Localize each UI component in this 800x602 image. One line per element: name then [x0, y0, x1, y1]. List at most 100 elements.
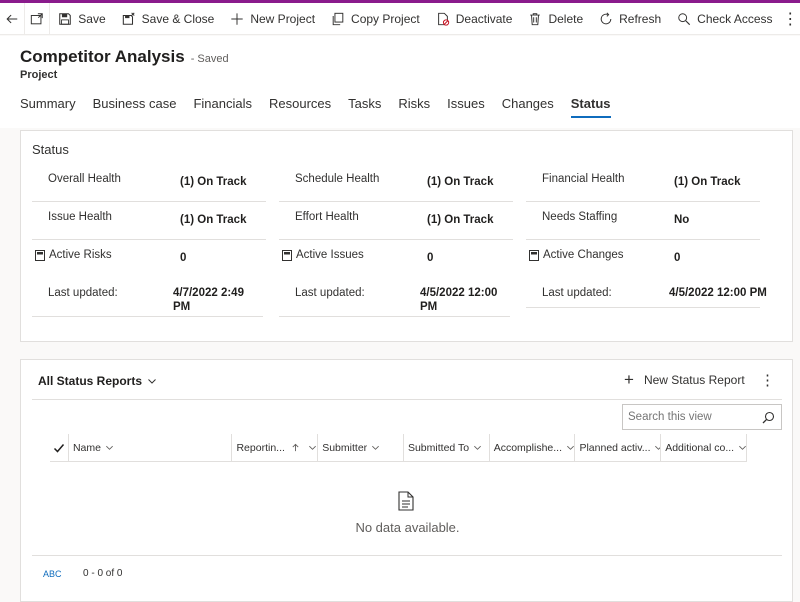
save-button-label: Save: [78, 11, 106, 26]
view-selector[interactable]: All Status Reports: [38, 374, 157, 388]
chevron-down-icon: [106, 445, 113, 450]
chevron-down-icon: [148, 379, 156, 384]
entity-type-label: Project: [20, 69, 58, 81]
column-header-name[interactable]: Name: [67, 433, 232, 462]
more-commands-button[interactable]: ⋮: [781, 3, 800, 35]
more-vertical-icon: ⋮: [782, 10, 799, 28]
plus-icon: +: [624, 370, 634, 389]
column-header-submitter[interactable]: Submitter: [317, 433, 403, 462]
open-in-new-window-button[interactable]: [25, 3, 49, 35]
title-row: Competitor Analysis - Saved: [20, 47, 229, 67]
divider: [279, 316, 510, 317]
new-status-report-label: New Status Report: [643, 373, 745, 387]
tab-status[interactable]: Status: [570, 96, 611, 120]
field-issue-health: Issue Health (1) On Track: [32, 202, 266, 240]
new-project-label: New Project: [250, 11, 316, 26]
column-header-label: Submitter: [322, 441, 368, 454]
field-label-text: Active Risks: [49, 249, 112, 261]
calculator-icon: [35, 249, 45, 261]
field-label: Issue Health: [48, 211, 112, 223]
column-header-label: Name: [72, 441, 101, 454]
deactivate-document-icon: [437, 12, 449, 26]
field-value[interactable]: (1) On Track: [674, 176, 740, 188]
back-arrow-icon: [6, 14, 18, 23]
more-commands-button[interactable]: ⋮: [760, 371, 775, 389]
record-header: Competitor Analysis - Saved Project Summ…: [0, 36, 800, 128]
new-project-button[interactable]: New Project: [222, 3, 323, 35]
status-section: Status Overall Health (1) On Track Issue…: [20, 130, 793, 342]
save-and-close-button[interactable]: Save & Close: [114, 3, 223, 35]
field-label-text: Active Issues: [296, 249, 364, 261]
field-last-updated: Last updated: 4/5/2022 12:00 PM: [526, 278, 767, 308]
grid-header: Name Reportin... Submitter Submitted To …: [50, 433, 747, 462]
copy-project-button[interactable]: Copy Project: [323, 3, 428, 35]
column-header-planned-activities[interactable]: Planned activ...: [574, 433, 661, 462]
column-header-reporting-date[interactable]: Reportin...: [231, 433, 317, 462]
field-label: Active Risks: [35, 249, 112, 261]
divider: [32, 399, 782, 400]
field-schedule-health: Schedule Health (1) On Track: [279, 164, 513, 202]
delete-button[interactable]: Delete: [520, 3, 591, 35]
tab-business-case[interactable]: Business case: [93, 96, 177, 120]
field-label: Last updated:: [48, 287, 118, 299]
save-button[interactable]: Save: [50, 3, 113, 35]
field-overall-health: Overall Health (1) On Track: [32, 164, 266, 202]
field-value[interactable]: No: [674, 214, 689, 226]
field-last-updated: Last updated: 4/5/2022 12:00 PM: [279, 278, 513, 316]
field-label: Last updated:: [295, 287, 365, 299]
field-label: Effort Health: [295, 211, 359, 223]
copy-icon: [332, 12, 344, 25]
chevron-down-icon: [308, 445, 316, 450]
save-icon: [59, 12, 72, 25]
command-bar: Save Save & Close New Project Copy Proje…: [0, 2, 800, 35]
status-column-2: Schedule Health (1) On Track Effort Heal…: [279, 164, 513, 316]
form-tab-list: Summary Business case Financials Resourc…: [20, 96, 628, 120]
tab-changes[interactable]: Changes: [502, 96, 554, 120]
field-value[interactable]: (1) On Track: [427, 176, 493, 188]
field-value[interactable]: (1) On Track: [180, 176, 246, 188]
new-status-report-button[interactable]: + New Status Report: [624, 370, 745, 389]
check-access-button[interactable]: Check Access: [669, 3, 780, 35]
column-header-label: Accomplishe...: [493, 441, 562, 454]
field-active-risks: Active Risks 0: [32, 240, 266, 278]
tab-financials[interactable]: Financials: [193, 96, 252, 120]
field-last-updated: Last updated: 4/7/2022 2:49 PM: [32, 278, 266, 316]
tab-summary[interactable]: Summary: [20, 96, 76, 120]
field-effort-health: Effort Health (1) On Track: [279, 202, 513, 240]
magnifier-person-icon: [678, 12, 691, 25]
column-header-submitted-to[interactable]: Submitted To: [402, 433, 489, 462]
status-column-1: Overall Health (1) On Track Issue Health…: [32, 164, 266, 316]
search-icon[interactable]: [762, 411, 775, 424]
delete-label: Delete: [548, 11, 584, 26]
field-label-text: Active Changes: [543, 249, 624, 261]
chevron-down-icon: [372, 445, 380, 450]
back-button[interactable]: [0, 3, 24, 35]
calculator-icon: [282, 249, 292, 261]
search-box[interactable]: [622, 404, 782, 430]
field-value[interactable]: (1) On Track: [427, 214, 493, 226]
select-all-checkbox[interactable]: [50, 434, 68, 462]
field-financial-health: Financial Health (1) On Track: [526, 164, 760, 202]
alphabet-filter-toggle[interactable]: ABC: [43, 569, 62, 579]
refresh-button[interactable]: Refresh: [591, 3, 669, 35]
search-input[interactable]: [628, 411, 753, 423]
empty-document-icon: [398, 491, 414, 511]
field-active-changes: Active Changes 0: [526, 240, 760, 278]
column-header-additional-comments[interactable]: Additional co...: [660, 433, 747, 462]
open-window-icon: [31, 12, 44, 24]
sort-ascending-arrow-icon: [292, 443, 299, 452]
tab-risks[interactable]: Risks: [398, 96, 430, 120]
plus-icon: [231, 12, 244, 25]
record-title: Competitor Analysis: [20, 47, 185, 66]
chevron-down-icon: [739, 445, 746, 450]
tab-tasks[interactable]: Tasks: [348, 96, 381, 120]
deactivate-button[interactable]: Deactivate: [428, 3, 521, 35]
column-header-accomplishments[interactable]: Accomplishe...: [488, 433, 575, 462]
field-value: 4/5/2022 12:00 PM: [420, 287, 498, 313]
tab-resources[interactable]: Resources: [269, 96, 331, 120]
field-value[interactable]: (1) On Track: [180, 214, 246, 226]
chevron-down-icon: [474, 445, 482, 450]
copy-project-label: Copy Project: [351, 11, 420, 26]
tab-issues[interactable]: Issues: [447, 96, 485, 120]
field-active-issues: Active Issues 0: [279, 240, 513, 278]
